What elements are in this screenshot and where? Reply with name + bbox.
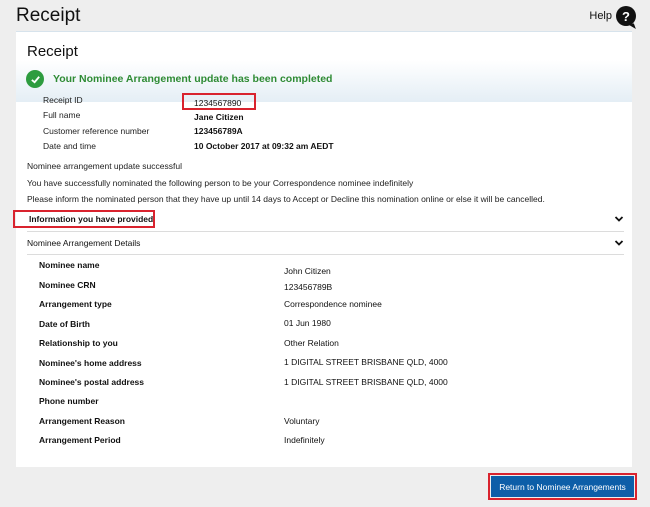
page-title: Receipt	[16, 5, 81, 26]
receipt-id-highlight	[182, 93, 256, 110]
card-title: Receipt	[27, 43, 78, 60]
nominee-crn-value: 123456789B	[284, 282, 333, 292]
details-label: Nominee Arrangement Details	[27, 238, 141, 248]
receipt-card: Receipt Your Nominee Arrangement update …	[13, 31, 632, 467]
postal-address-label: Nominee's postal address	[39, 377, 145, 387]
relationship-value: Other Relation	[284, 338, 339, 348]
relationship-label: Relationship to you	[39, 338, 118, 348]
section-divider	[27, 231, 624, 232]
arrangement-period-label: Arrangement Period	[39, 435, 121, 445]
info-provided-highlight	[13, 210, 155, 228]
postal-address-value: 1 DIGITAL STREET BRISBANE QLD, 4000	[284, 377, 448, 387]
return-to-nominee-arrangements-button[interactable]: Return to Nominee Arrangements	[491, 476, 634, 497]
chevron-down-icon[interactable]	[614, 214, 624, 224]
home-address-value: 1 DIGITAL STREET BRISBANE QLD, 4000	[284, 357, 448, 367]
success-message: Your Nominee Arrangement update has been…	[53, 73, 333, 85]
chevron-down-icon[interactable]	[614, 238, 624, 248]
full-name-label: Full name	[43, 110, 81, 120]
nominee-name-label: Nominee name	[39, 260, 100, 270]
arrangement-period-value: Indefinitely	[284, 435, 325, 445]
date-time-label: Date and time	[43, 141, 96, 151]
details-toggle[interactable]: Nominee Arrangement Details	[27, 234, 624, 252]
crn-value: 123456789A	[194, 126, 243, 136]
nominee-crn-label: Nominee CRN	[39, 280, 96, 290]
check-circle-icon	[26, 70, 44, 88]
full-name-value: Jane Citizen	[194, 112, 244, 122]
arrangement-reason-label: Arrangement Reason	[39, 416, 125, 426]
dob-value: 01 Jun 1980	[284, 318, 331, 328]
arrangement-reason-value: Voluntary	[284, 416, 320, 426]
receipt-id-label: Receipt ID	[43, 95, 83, 105]
inform-message: Please inform the nominated person that …	[27, 194, 545, 204]
nominee-name-value: John Citizen	[284, 266, 331, 276]
status-message: Nominee arrangement update successful	[27, 161, 182, 171]
help-glyph: ?	[622, 8, 630, 24]
help-link[interactable]: Help ?	[589, 6, 636, 26]
date-time-value: 10 October 2017 at 09:32 am AEDT	[194, 141, 334, 151]
arrangement-type-value: Correspondence nominee	[284, 299, 382, 309]
nomination-message: You have successfully nominated the foll…	[27, 178, 414, 188]
card-header	[16, 32, 632, 102]
phone-label: Phone number	[39, 396, 99, 406]
crn-label: Customer reference number	[43, 126, 150, 136]
arrangement-type-label: Arrangement type	[39, 299, 112, 309]
section-divider	[27, 254, 624, 255]
home-address-label: Nominee's home address	[39, 358, 142, 368]
help-label: Help	[589, 10, 612, 22]
success-banner: Your Nominee Arrangement update has been…	[26, 70, 332, 88]
dob-label: Date of Birth	[39, 319, 90, 329]
help-icon[interactable]: ?	[616, 6, 636, 26]
